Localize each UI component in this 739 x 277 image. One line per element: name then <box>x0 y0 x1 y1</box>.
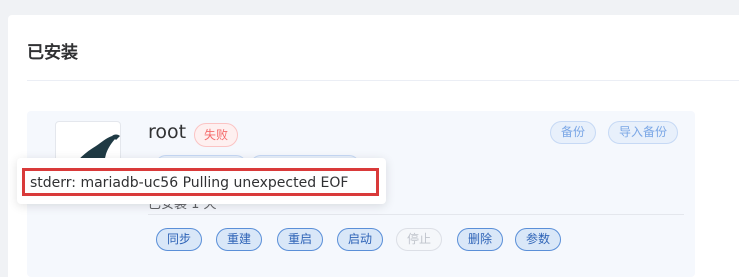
rebuild-button[interactable]: 重建 <box>216 228 263 251</box>
stop-button[interactable]: 停止 <box>396 228 443 251</box>
start-button[interactable]: 启动 <box>337 228 384 251</box>
installed-panel: 已安装 root 失败 备份 导入备份 已安装 1 天 同步 重建 重启 启动 … <box>8 15 739 277</box>
app-name: root <box>148 121 187 143</box>
restart-button[interactable]: 重启 <box>277 228 324 251</box>
card-divider <box>148 214 684 215</box>
error-message: stderr: mariadb-uc56 Pulling unexpected … <box>30 175 349 191</box>
section-title: 已安装 <box>27 43 78 63</box>
params-button[interactable]: 参数 <box>515 228 562 251</box>
section-divider <box>27 80 739 81</box>
sync-button[interactable]: 同步 <box>156 228 203 251</box>
error-tooltip: stderr: mariadb-uc56 Pulling unexpected … <box>17 158 386 204</box>
backup-button[interactable]: 备份 <box>550 121 597 144</box>
import-backup-button[interactable]: 导入备份 <box>608 121 679 144</box>
status-badge[interactable]: 失败 <box>194 123 239 147</box>
delete-button[interactable]: 删除 <box>457 228 504 251</box>
